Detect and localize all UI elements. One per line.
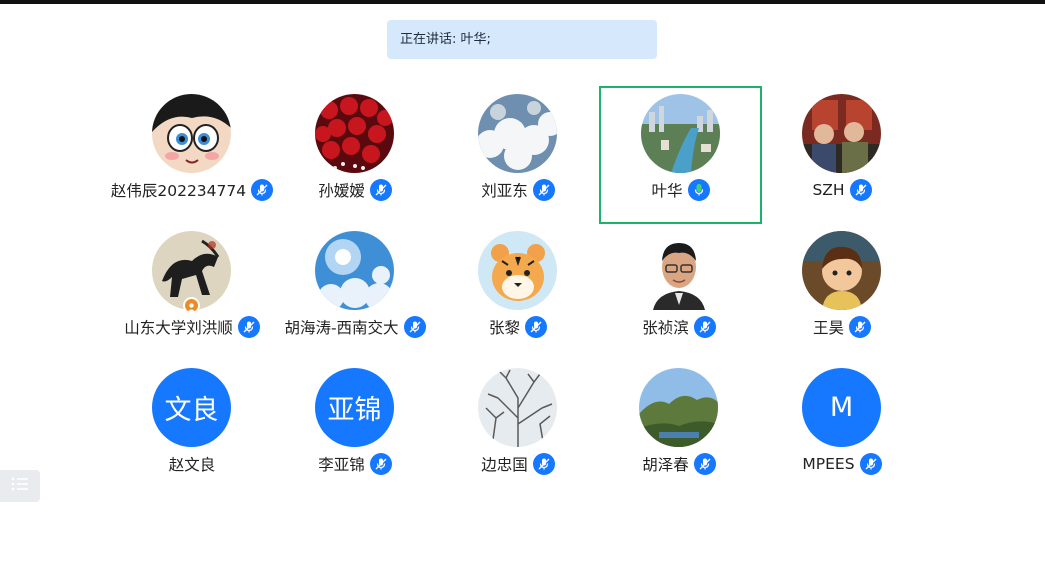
participant-nameline: 王昊 bbox=[732, 315, 952, 339]
participant-tile-active-speaker[interactable]: 叶华 bbox=[599, 86, 762, 224]
mic-icon[interactable] bbox=[369, 453, 392, 475]
mic-icon[interactable] bbox=[693, 453, 716, 475]
mic-icon[interactable] bbox=[532, 453, 555, 475]
participant-tile[interactable]: 边忠国 bbox=[438, 362, 598, 497]
participant-name: MPEES bbox=[802, 455, 855, 473]
participant-tile[interactable]: 亚锦 李亚锦 bbox=[275, 362, 435, 497]
participant-grid: 赵伟辰202234774 孙嫒嫒 刘亚东 叶华 SZH 山东大学刘洪顺 胡海涛-… bbox=[0, 0, 1045, 585]
participant-tile[interactable]: 赵伟辰202234774 bbox=[110, 88, 274, 223]
avatar-initials: 文良 bbox=[152, 368, 231, 447]
participant-tile[interactable]: 王昊 bbox=[762, 225, 922, 360]
avatar bbox=[478, 368, 557, 447]
participant-tile[interactable]: 胡海涛-西南交大 bbox=[275, 225, 435, 360]
list-icon bbox=[11, 476, 29, 496]
mic-icon[interactable] bbox=[525, 316, 547, 338]
participant-nameline: MPEES bbox=[732, 452, 952, 476]
participant-name: 赵伟辰202234774 bbox=[110, 182, 247, 200]
mic-icon[interactable] bbox=[532, 179, 555, 201]
avatar bbox=[315, 231, 394, 310]
participant-tile[interactable]: SZH bbox=[762, 88, 922, 223]
host-icon bbox=[183, 297, 200, 314]
avatar bbox=[639, 368, 718, 447]
participant-name: 李亚锦 bbox=[318, 456, 365, 474]
participant-name: SZH bbox=[812, 181, 845, 199]
participant-tile[interactable]: M MPEES bbox=[762, 362, 922, 497]
mic-active-icon[interactable] bbox=[687, 179, 710, 201]
avatar-initials: M bbox=[802, 368, 881, 447]
participant-name: 胡泽春 bbox=[642, 456, 689, 474]
participant-tile[interactable]: 刘亚东 bbox=[438, 88, 598, 223]
participant-tile[interactable]: 张黎 bbox=[438, 225, 598, 360]
avatar bbox=[639, 231, 718, 310]
avatar bbox=[478, 231, 557, 310]
mic-icon[interactable] bbox=[369, 179, 392, 201]
participant-tile[interactable]: 山东大学刘洪顺 bbox=[112, 225, 272, 360]
mic-icon[interactable] bbox=[849, 316, 871, 338]
avatar bbox=[802, 94, 881, 173]
avatar bbox=[152, 94, 231, 173]
participant-name: 孙嫒嫒 bbox=[318, 182, 365, 200]
participant-name: 赵文良 bbox=[168, 456, 216, 474]
avatar bbox=[478, 94, 557, 173]
avatar-initials: 亚锦 bbox=[315, 368, 394, 447]
participant-name: 张黎 bbox=[488, 319, 520, 337]
participant-name: 边忠国 bbox=[481, 456, 528, 474]
mic-icon[interactable] bbox=[849, 179, 872, 201]
avatar bbox=[802, 231, 881, 310]
participant-name: 张祯滨 bbox=[642, 319, 689, 337]
participant-list-toggle-button[interactable] bbox=[0, 470, 40, 502]
participant-nameline: SZH bbox=[732, 178, 952, 202]
avatar bbox=[315, 94, 394, 173]
avatar bbox=[641, 94, 720, 173]
participant-name: 胡海涛-西南交大 bbox=[284, 319, 399, 337]
participant-name: 刘亚东 bbox=[481, 182, 528, 200]
mic-icon[interactable] bbox=[859, 453, 882, 475]
mic-icon[interactable] bbox=[693, 316, 716, 338]
participant-name: 山东大学刘洪顺 bbox=[124, 319, 233, 337]
participant-tile[interactable]: 胡泽春 bbox=[599, 362, 759, 497]
participant-tile[interactable]: 张祯滨 bbox=[599, 225, 759, 360]
participant-name: 叶华 bbox=[651, 182, 683, 200]
participant-tile[interactable]: 文良 赵文良 bbox=[112, 362, 272, 497]
participant-tile[interactable]: 孙嫒嫒 bbox=[275, 88, 435, 223]
participant-name: 王昊 bbox=[812, 319, 844, 337]
